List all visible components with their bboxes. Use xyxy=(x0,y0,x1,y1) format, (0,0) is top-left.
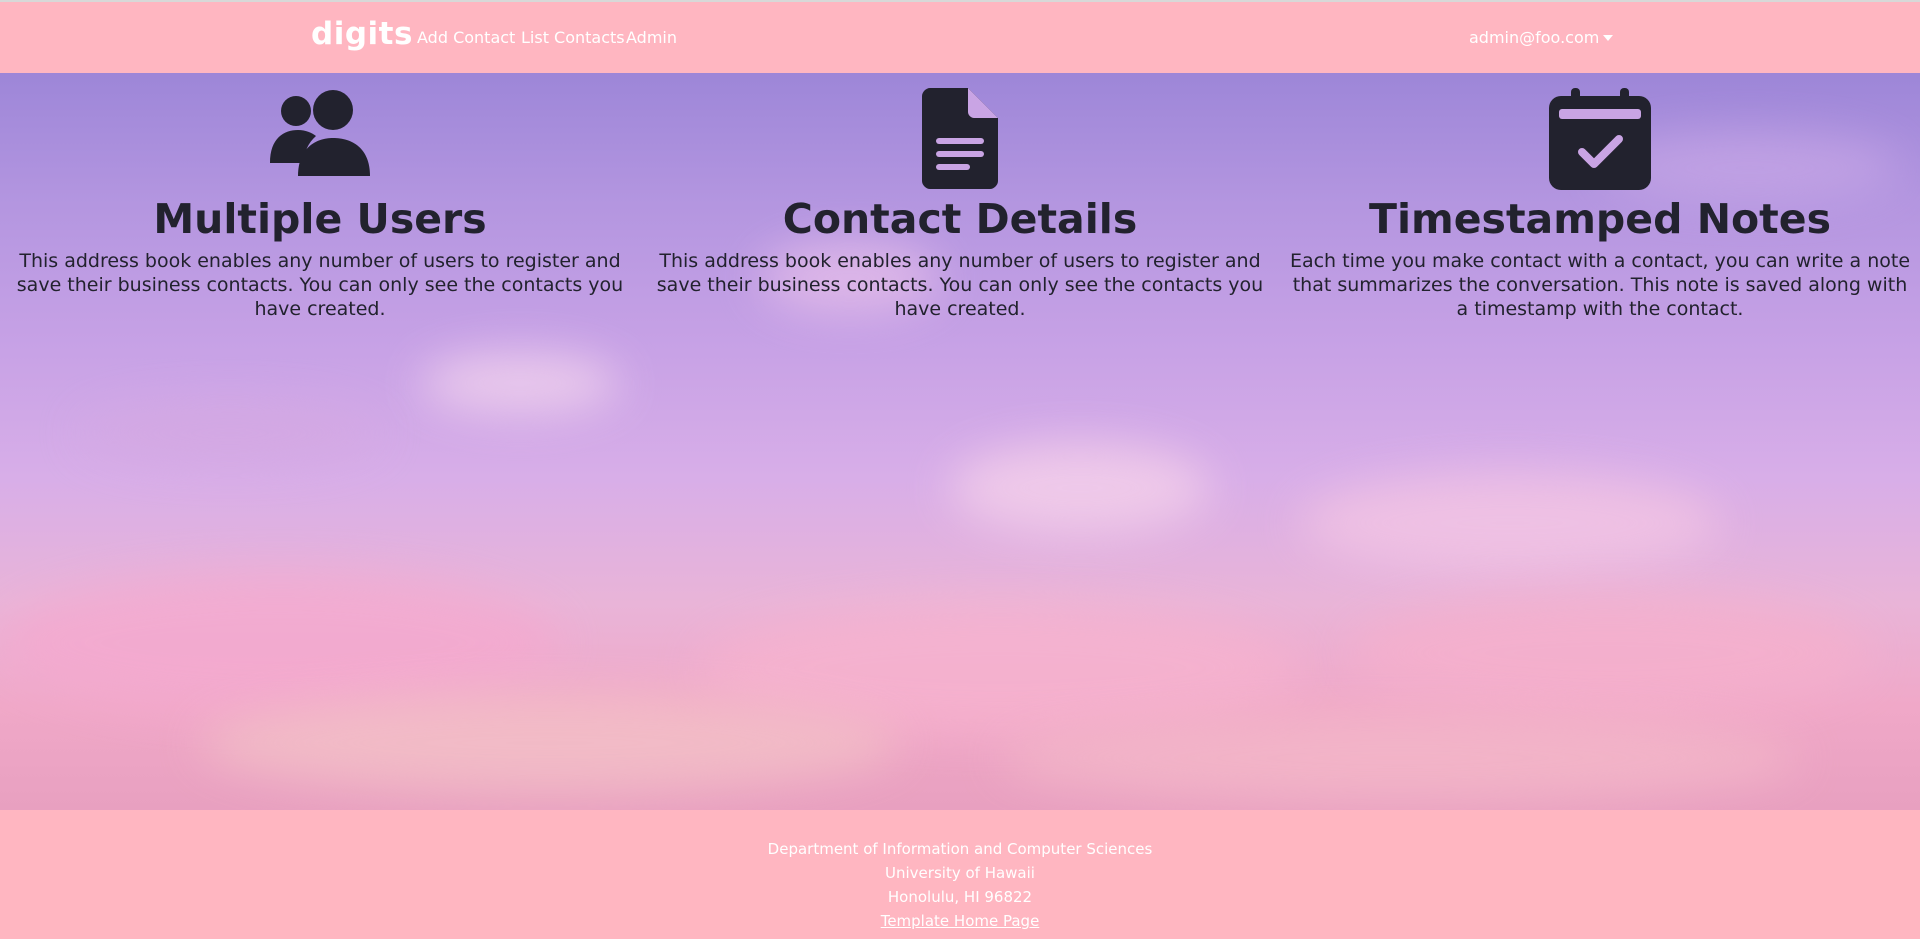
caret-down-icon xyxy=(1603,35,1614,41)
cloud-decoration xyxy=(80,403,380,463)
template-home-link[interactable]: Template Home Page xyxy=(881,912,1040,930)
feature-description: This address book enables any number of … xyxy=(656,250,1264,320)
nav-add-contact[interactable]: Add Contact xyxy=(417,28,515,47)
calendar-check-icon xyxy=(1549,88,1651,190)
feature-title: Multiple Users xyxy=(153,195,487,243)
cloud-decoration xyxy=(200,693,900,793)
cloud-decoration xyxy=(1350,593,1870,713)
user-email: admin@foo.com xyxy=(1469,28,1600,47)
file-lines-icon xyxy=(922,88,998,189)
cloud-decoration xyxy=(1000,713,1800,803)
footer-address: Honolulu, HI 96822 xyxy=(887,888,1033,906)
nav-list-contacts[interactable]: List Contacts xyxy=(521,28,625,47)
nav-admin[interactable]: Admin xyxy=(626,28,677,47)
cloud-decoration xyxy=(420,353,620,413)
feature-multiple-users: Multiple Users This address book enables… xyxy=(0,88,640,321)
feature-title: Timestamped Notes xyxy=(1368,195,1831,243)
footer-university: University of Hawaii xyxy=(885,864,1035,882)
brand-logo[interactable]: digits xyxy=(311,16,413,52)
users-icon xyxy=(270,90,370,176)
footer: Department of Information and Computer S… xyxy=(0,810,1920,939)
feature-contact-details: Contact Details This address book enable… xyxy=(640,88,1280,321)
cloud-decoration xyxy=(1300,473,1720,573)
cloud-decoration xyxy=(0,573,560,713)
navbar: digits Add Contact List Contacts Admin a… xyxy=(0,0,1920,73)
feature-description: This address book enables any number of … xyxy=(16,250,624,320)
user-dropdown[interactable]: admin@foo.com xyxy=(1469,28,1614,47)
footer-department: Department of Information and Computer S… xyxy=(767,840,1153,858)
feature-title: Contact Details xyxy=(782,195,1138,243)
cloud-decoration xyxy=(950,443,1210,533)
feature-description: Each time you make contact with a contac… xyxy=(1289,250,1911,320)
feature-timestamped-notes: Timestamped Notes Each time you make con… xyxy=(1280,88,1920,321)
